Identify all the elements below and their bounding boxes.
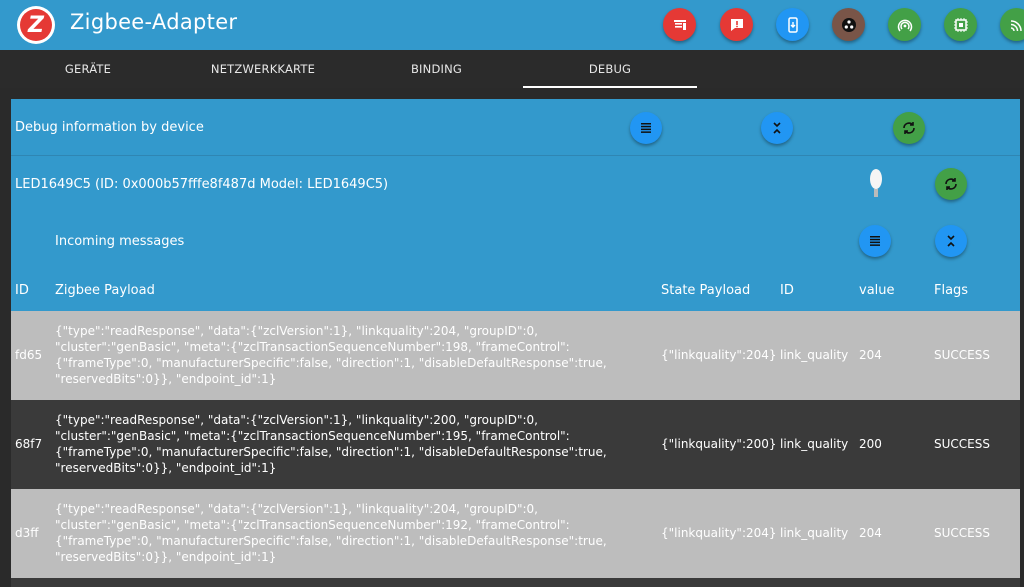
incoming-collapse-button[interactable] (935, 225, 967, 257)
divider (11, 155, 1020, 156)
device-label: LED1649C5 (ID: 0x000b57fffe8f487d Model:… (15, 177, 389, 192)
logo-letter: Z (28, 12, 44, 38)
row-state-payload: {"linkquality":204} (661, 348, 777, 362)
header-state-payload: State Payload (661, 283, 751, 298)
list-icon (641, 123, 651, 133)
row-flags: SUCCESS (934, 526, 990, 540)
message-button[interactable] (720, 8, 753, 41)
incoming-title: Incoming messages (55, 234, 185, 249)
row-flags: SUCCESS (934, 437, 990, 451)
message-icon (730, 18, 743, 31)
row-id: d3ff (15, 526, 39, 540)
zigbee-logo: Z (17, 6, 55, 44)
refresh-icon (945, 178, 957, 190)
header-id: ID (15, 283, 29, 298)
delete-icon (673, 19, 686, 30)
tab-binding[interactable]: BINDING (350, 50, 523, 88)
dots-button[interactable] (832, 8, 865, 41)
phone-icon (787, 16, 798, 33)
collapse-button[interactable] (761, 112, 793, 144)
refresh-icon (903, 122, 915, 134)
row-flags: SUCCESS (934, 348, 990, 362)
delete-button[interactable] (663, 8, 696, 41)
row-attr-id: link_quality (780, 348, 849, 362)
header-zigbee-payload: Zigbee Payload (55, 283, 155, 298)
signal-button[interactable] (888, 8, 921, 41)
table-row: fd65 {"type":"readResponse", "data":{"zc… (11, 311, 1020, 400)
table-row: 68f7 {"type":"readResponse", "data":{"zc… (11, 400, 1020, 489)
list-view-button[interactable] (630, 112, 662, 144)
row-value: 200 (859, 437, 882, 451)
row-zigbee-payload: {"type":"readResponse", "data":{"zclVers… (55, 502, 607, 564)
row-state-payload: {"linkquality":204} (661, 526, 777, 540)
signal-icon (897, 19, 912, 31)
app-header: Z Zigbee-Adapter (0, 0, 1024, 50)
active-tab-indicator (523, 86, 697, 88)
tab-bar: GERÄTE NETZWERKKARTE BINDING DEBUG (0, 50, 1024, 88)
row-id: fd65 (15, 348, 43, 362)
dots-icon (841, 17, 856, 32)
bulb-icon (867, 167, 885, 201)
chip-button[interactable] (944, 8, 977, 41)
list-icon (870, 236, 880, 246)
debug-panel: Debug information by device LED1649C5 (I… (11, 99, 1020, 587)
table-row (11, 578, 1020, 587)
row-zigbee-payload: {"type":"readResponse", "data":{"zclVers… (55, 324, 607, 386)
table-row: d3ff {"type":"readResponse", "data":{"zc… (11, 489, 1020, 578)
phone-button[interactable] (776, 8, 809, 41)
tab-netzwerkkarte[interactable]: NETZWERKKARTE (176, 50, 350, 88)
wifi-button[interactable] (1000, 8, 1024, 41)
collapse-icon (773, 122, 781, 134)
row-attr-id: link_quality (780, 526, 849, 540)
header-flags: Flags (934, 283, 969, 298)
debug-title: Debug information by device (15, 120, 204, 135)
incoming-list-button[interactable] (859, 225, 891, 257)
row-id: 68f7 (15, 437, 43, 451)
row-value: 204 (859, 348, 882, 362)
row-value: 204 (859, 526, 882, 540)
header-attr-id: ID (780, 283, 794, 298)
refresh-button[interactable] (893, 112, 925, 144)
row-attr-id: link_quality (780, 437, 849, 451)
row-state-payload: {"linkquality":200} (661, 437, 777, 451)
tab-geraete[interactable]: GERÄTE (0, 50, 176, 88)
device-refresh-button[interactable] (935, 168, 967, 200)
app-title: Zigbee-Adapter (70, 10, 238, 34)
chip-icon (953, 17, 968, 32)
header-value: value (859, 283, 895, 298)
wifi-icon (1010, 19, 1022, 31)
tab-debug[interactable]: DEBUG (523, 50, 697, 88)
collapse-icon (947, 235, 955, 247)
row-zigbee-payload: {"type":"readResponse", "data":{"zclVers… (55, 413, 607, 475)
